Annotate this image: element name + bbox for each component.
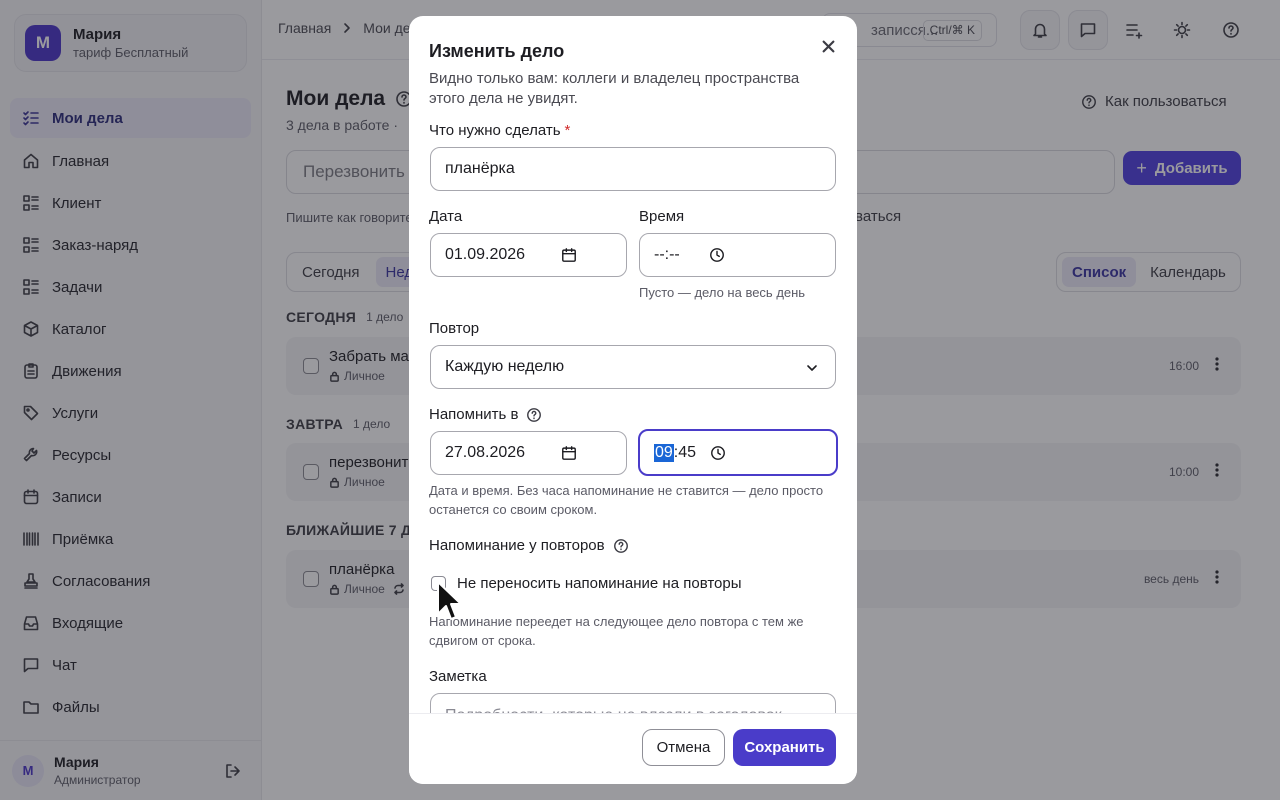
- required-mark: *: [564, 122, 571, 139]
- what-input-value: планёрка: [445, 160, 515, 177]
- dialog-description: Видно только вам: коллеги и владелец про…: [429, 70, 800, 107]
- what-label-text: Что нужно сделать: [429, 122, 561, 139]
- calendar-icon[interactable]: [561, 445, 577, 461]
- memo-label: Заметка: [429, 668, 487, 685]
- help-icon[interactable]: [613, 538, 629, 554]
- what-label: Что нужно сделать *: [429, 122, 570, 139]
- time-note: Пусто — дело на весь день: [639, 285, 806, 300]
- keep-reminder-label[interactable]: Не переносить напоминание на повторы: [457, 575, 742, 592]
- time-input[interactable]: --:--: [639, 233, 836, 277]
- date-input-value: 01.09.2026: [445, 246, 526, 263]
- remind-note: Дата и время. Без часа напоминание не ст…: [429, 483, 824, 517]
- remind-date-value: 27.08.2026: [445, 444, 526, 461]
- mouse-cursor-icon: [437, 581, 462, 620]
- repeat-remind-label-text: Напоминание у повторов: [429, 537, 605, 554]
- chevron-down-icon: [807, 365, 817, 371]
- help-icon[interactable]: [526, 407, 542, 423]
- remind-label: Напомнить в: [429, 406, 542, 423]
- date-label: Дата: [429, 208, 463, 225]
- clock-icon[interactable]: [710, 445, 726, 461]
- remind-time-input[interactable]: 09:45: [638, 429, 838, 476]
- checkbox-note: Напоминание переедет на следующее дело п…: [429, 614, 804, 648]
- time-label: Время: [639, 208, 685, 225]
- repeat-remind-label: Напоминание у повторов: [429, 537, 629, 554]
- remind-date-input[interactable]: 27.08.2026: [430, 431, 627, 475]
- date-input[interactable]: 01.09.2026: [430, 233, 627, 277]
- repeat-select[interactable]: Каждую неделю: [430, 345, 836, 389]
- cancel-button[interactable]: Отмена: [642, 729, 725, 766]
- what-input[interactable]: планёрка: [430, 147, 836, 191]
- dialog-footer: Отмена Сохранить: [409, 713, 857, 784]
- remind-minute[interactable]: 45: [678, 444, 696, 462]
- repeat-label: Повтор: [429, 320, 480, 337]
- remind-label-text: Напомнить в: [429, 406, 519, 423]
- dialog-title: Изменить дело: [429, 41, 565, 61]
- time-input-value: --:--: [654, 246, 680, 263]
- clock-icon[interactable]: [709, 247, 725, 263]
- remind-hour[interactable]: 09: [654, 443, 674, 462]
- close-icon: [822, 40, 834, 52]
- repeat-select-value: Каждую неделю: [445, 358, 565, 375]
- save-button[interactable]: Сохранить: [733, 729, 836, 766]
- edit-task-dialog: Изменить дело Видно только вам: коллеги …: [409, 16, 857, 784]
- calendar-icon[interactable]: [561, 247, 577, 263]
- close-button[interactable]: [817, 35, 839, 57]
